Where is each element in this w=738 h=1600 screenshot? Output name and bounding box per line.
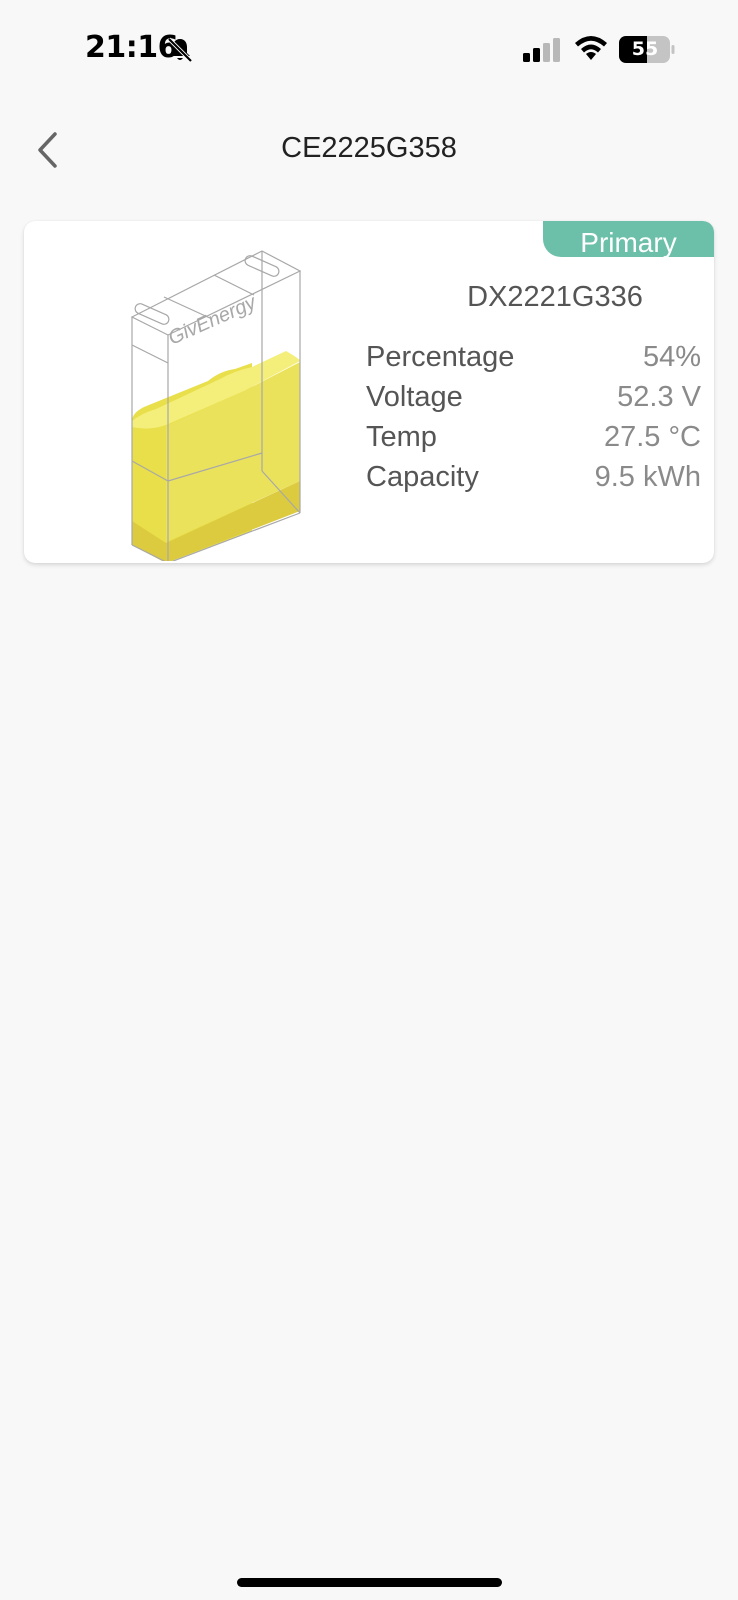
brand-logo: GivEnergy	[165, 291, 260, 349]
stat-label: Percentage	[366, 341, 515, 373]
cellular-signal-icon	[523, 38, 560, 62]
status-bar: 21:16 55	[0, 0, 738, 100]
stat-row-temp: Temp 27.5 °C	[366, 421, 701, 461]
home-indicator[interactable]	[237, 1578, 502, 1587]
battery-stats: Percentage 54% Voltage 52.3 V Temp 27.5 …	[366, 341, 701, 501]
stat-label: Capacity	[366, 461, 479, 493]
stat-row-capacity: Capacity 9.5 kWh	[366, 461, 701, 501]
stat-row-voltage: Voltage 52.3 V	[366, 381, 701, 421]
battery-illustration: GivEnergy	[130, 250, 302, 561]
stat-value: 27.5 °C	[603, 421, 701, 453]
page-title: CE2225G358	[281, 132, 457, 164]
battery-level-text: 55	[631, 38, 659, 60]
bell-slash-icon	[167, 37, 193, 63]
stat-label: Temp	[366, 421, 437, 453]
status-time: 21:16	[85, 30, 179, 65]
stat-value: 9.5 kWh	[594, 461, 701, 493]
battery-detail-screen: 21:16 55 CE2225G358 Primary GivEnergy DX…	[0, 0, 738, 1600]
stat-value: 54%	[642, 341, 701, 373]
stat-row-percentage: Percentage 54%	[366, 341, 701, 381]
module-serial: DX2221G336	[467, 281, 643, 313]
battery-module-card[interactable]: Primary GivEnergy DX2221G336 Percentage …	[24, 221, 714, 563]
stat-value: 52.3 V	[617, 381, 701, 413]
primary-badge: Primary	[543, 221, 714, 257]
nav-header: CE2225G358	[0, 110, 738, 190]
wifi-icon	[575, 36, 607, 60]
stat-label: Voltage	[366, 381, 463, 413]
